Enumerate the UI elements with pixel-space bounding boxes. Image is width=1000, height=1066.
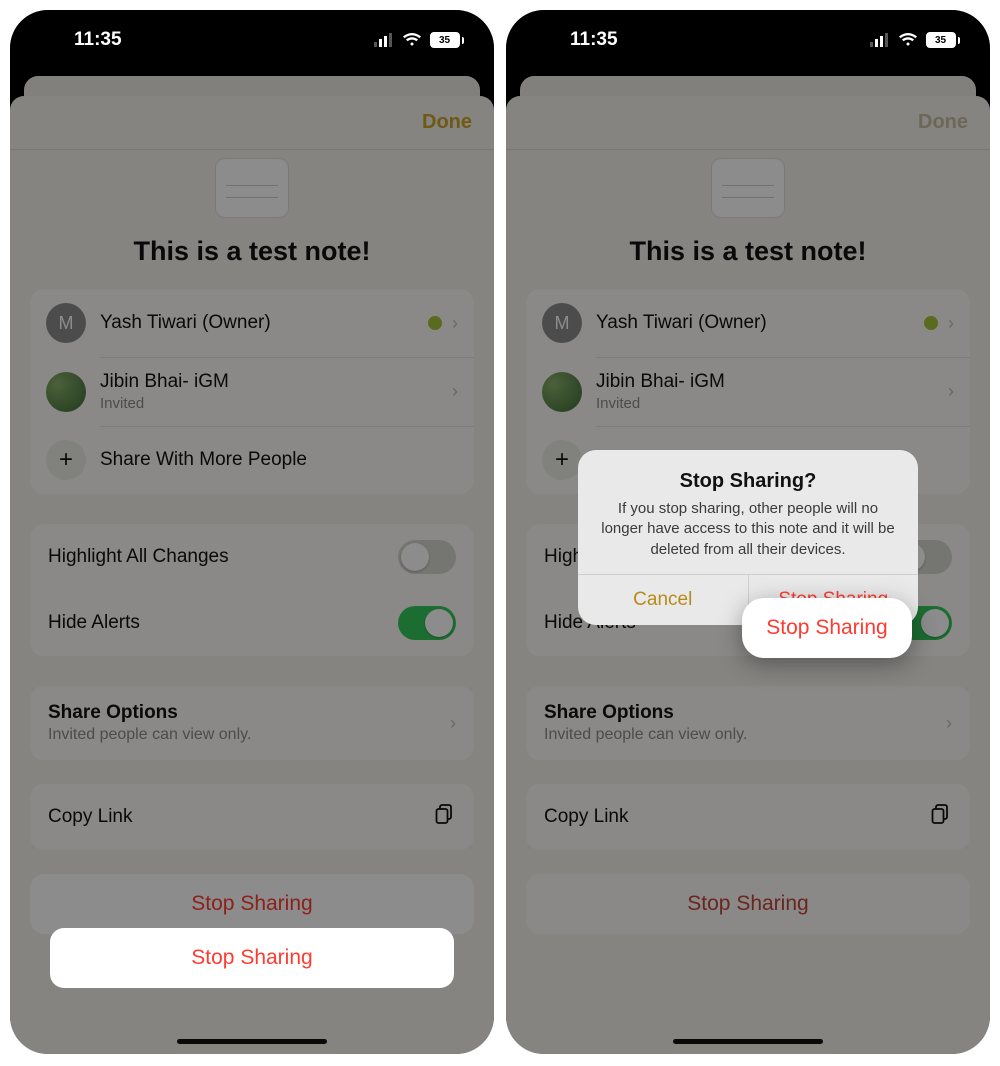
battery-icon: 35 bbox=[926, 32, 961, 48]
status-bar: 11:35 35 bbox=[506, 10, 990, 70]
alert-message: If you stop sharing, other people will n… bbox=[600, 499, 896, 560]
stop-sharing-highlight[interactable]: Stop Sharing bbox=[742, 598, 912, 658]
alert-cancel-button[interactable]: Cancel bbox=[578, 575, 749, 625]
battery-icon: 35 bbox=[430, 32, 465, 48]
status-icons: 35 bbox=[374, 32, 465, 48]
status-time: 11:35 bbox=[570, 29, 618, 51]
cellular-icon bbox=[374, 33, 394, 47]
status-bar: 11:35 35 bbox=[10, 10, 494, 70]
status-icons: 35 bbox=[870, 32, 961, 48]
phone-right: 11:35 35 Done This is a test n bbox=[506, 10, 990, 1054]
status-time: 11:35 bbox=[74, 29, 122, 51]
cellular-icon bbox=[870, 33, 890, 47]
wifi-icon bbox=[402, 33, 422, 47]
alert-title: Stop Sharing? bbox=[600, 470, 896, 493]
dim-overlay bbox=[10, 10, 494, 1054]
stop-sharing-button-highlight[interactable]: Stop Sharing bbox=[50, 928, 454, 988]
phone-left: 11:35 35 Done This is a test n bbox=[10, 10, 494, 1054]
wifi-icon bbox=[898, 33, 918, 47]
